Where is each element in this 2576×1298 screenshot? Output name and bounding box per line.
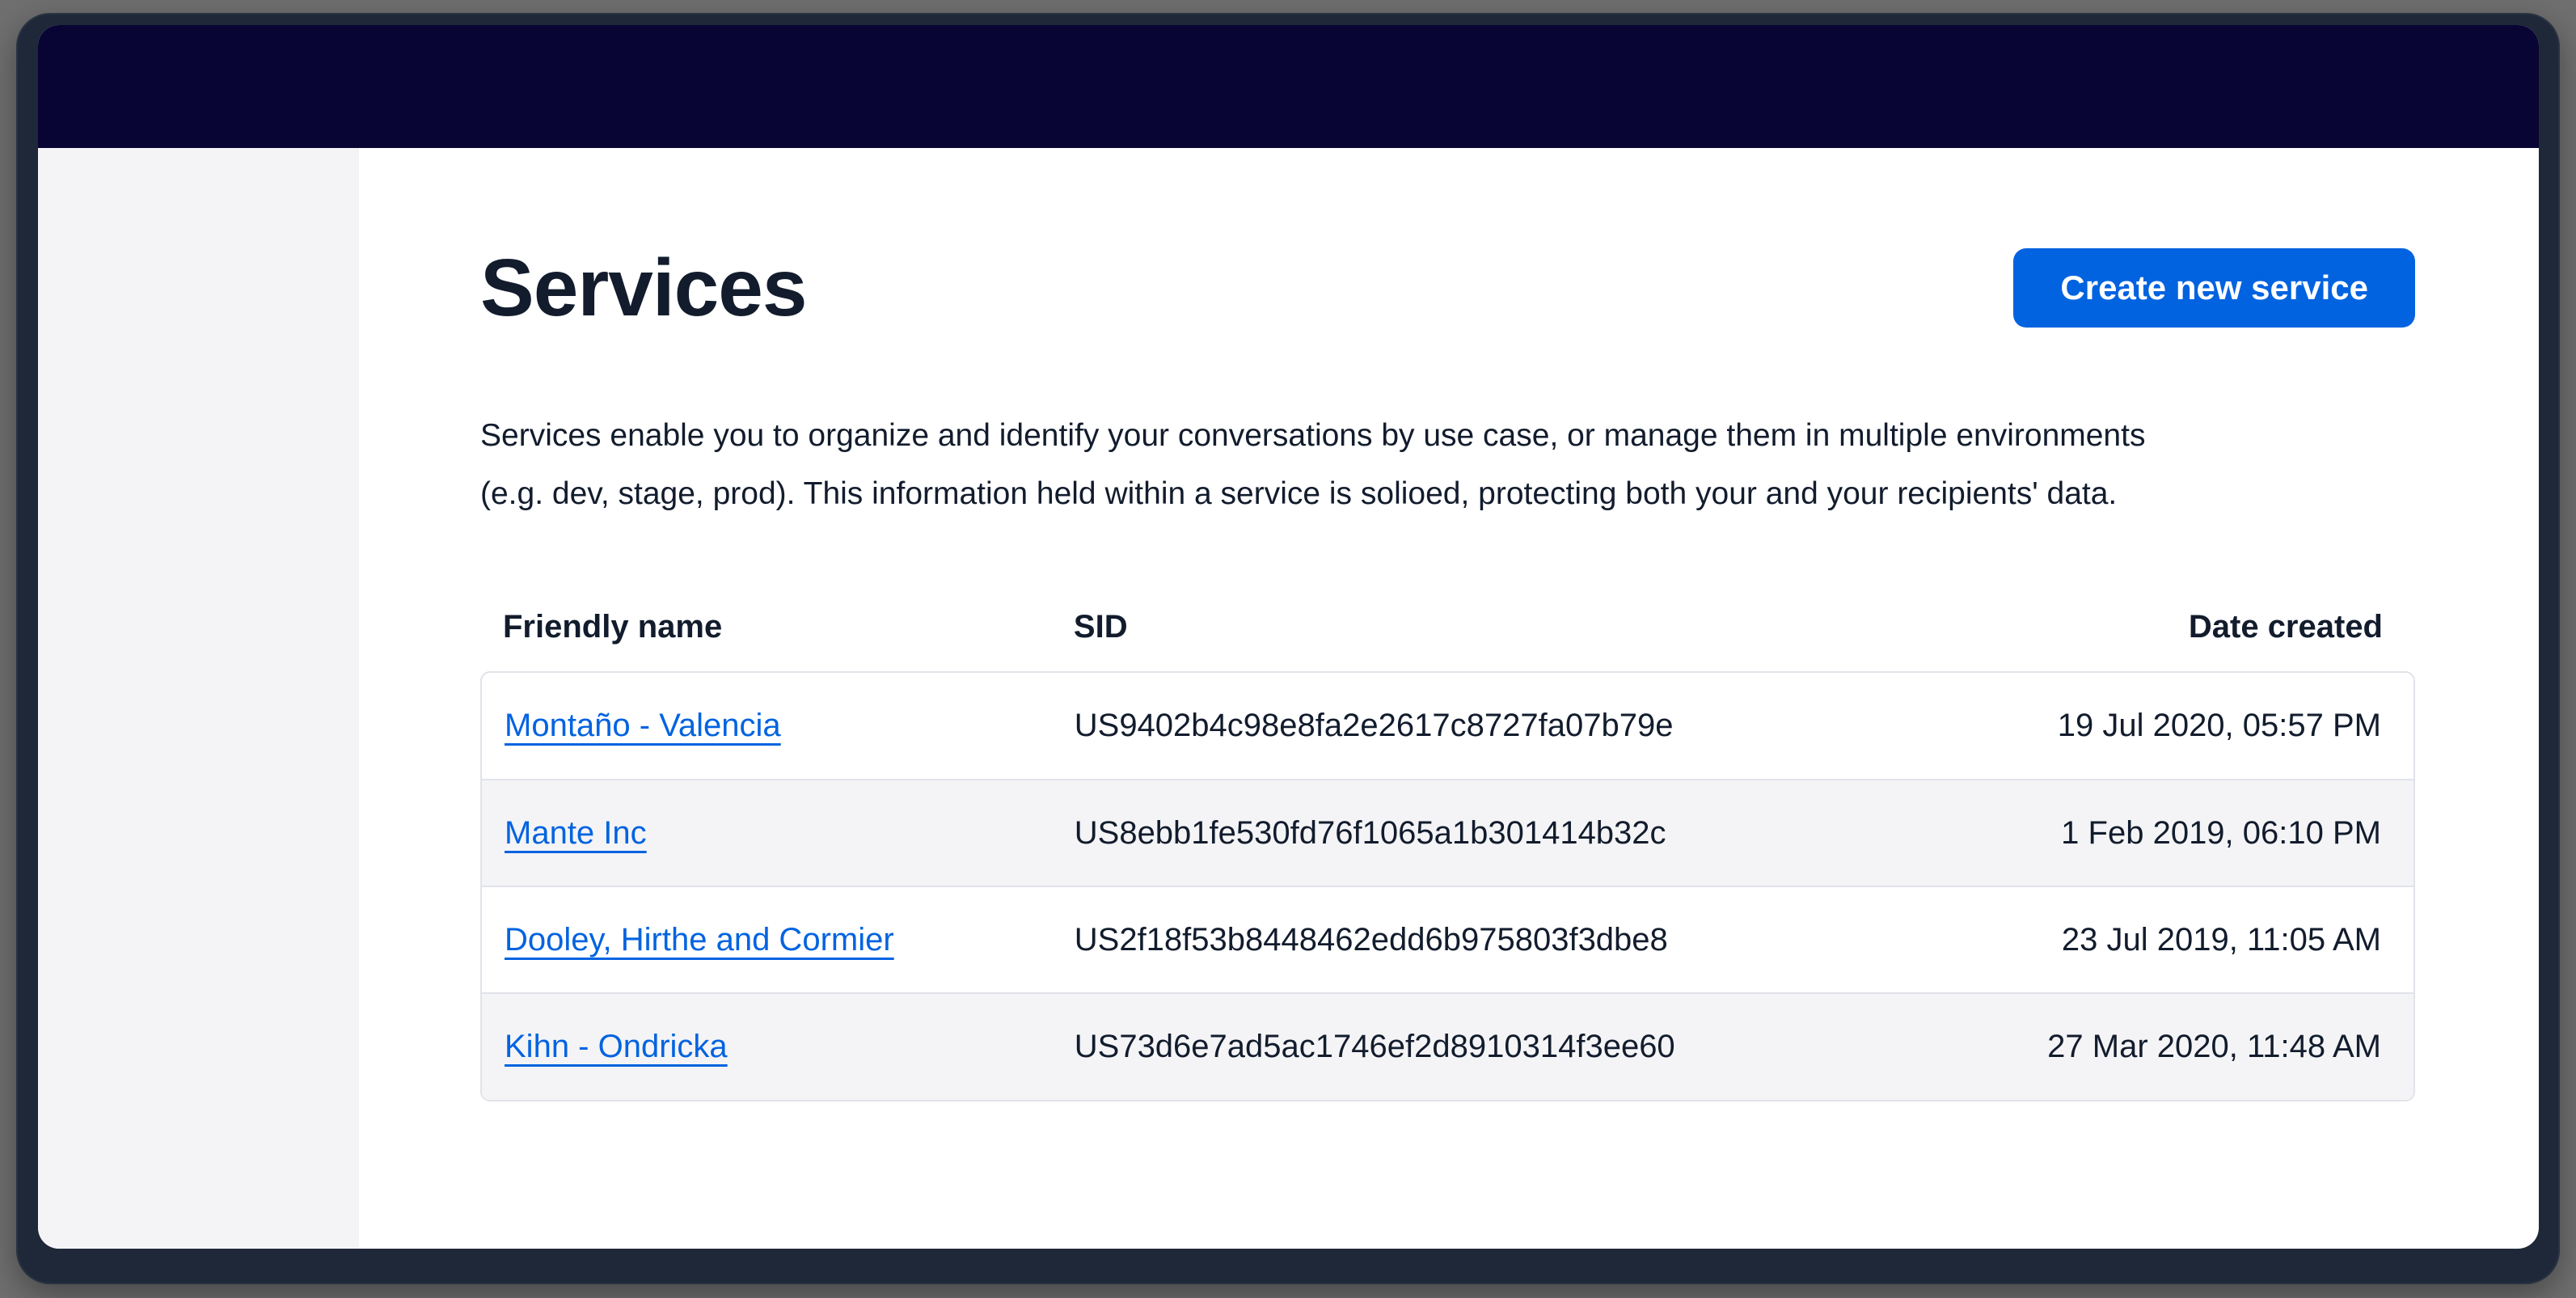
column-header-sid: SID — [1051, 609, 1932, 671]
page-description: Services enable you to organize and iden… — [480, 407, 2415, 523]
left-sidebar — [38, 148, 359, 1249]
table-row: Dooley, Hirthe and Cormier US2f18f53b844… — [482, 886, 2413, 993]
service-name-link[interactable]: Kihn - Ondricka — [505, 1029, 728, 1064]
service-sid: US2f18f53b8448462edd6b975803f3dbe8 — [1052, 886, 1931, 993]
services-table-header-row: Friendly name SID Date created — [480, 609, 2415, 671]
page-header: Services Create new service — [480, 243, 2415, 332]
create-new-service-button[interactable]: Create new service — [2013, 248, 2415, 328]
service-sid: US9402b4c98e8fa2e2617c8727fa07b79e — [1052, 673, 1931, 780]
service-name-link[interactable]: Montaño - Valencia — [505, 708, 781, 743]
service-date-created: 23 Jul 2019, 11:05 AM — [1931, 886, 2413, 993]
column-header-date-created: Date created — [1932, 609, 2415, 671]
page-title: Services — [480, 243, 806, 332]
services-table-body-table: Montaño - Valencia US9402b4c98e8fa2e2617… — [482, 673, 2413, 1100]
service-sid: US73d6e7ad5ac1746ef2d8910314f3ee60 — [1052, 993, 1931, 1100]
service-name-link[interactable]: Mante Inc — [505, 815, 647, 851]
service-date-created: 27 Mar 2020, 11:48 AM — [1931, 993, 2413, 1100]
services-table: Friendly name SID Date created Montaño -… — [480, 609, 2415, 1101]
service-date-created: 1 Feb 2019, 06:10 PM — [1931, 780, 2413, 886]
browser-window-frame: Services Create new service Services ena… — [16, 13, 2560, 1284]
main-content: Services Create new service Services ena… — [359, 148, 2539, 1249]
table-row: Montaño - Valencia US9402b4c98e8fa2e2617… — [482, 673, 2413, 780]
services-table-card: Montaño - Valencia US9402b4c98e8fa2e2617… — [480, 671, 2415, 1101]
service-name-link[interactable]: Dooley, Hirthe and Cormier — [505, 922, 894, 958]
service-sid: US8ebb1fe530fd76f1065a1b301414b32c — [1052, 780, 1931, 886]
desktop-background: { "colors": { "desktop_gray": "#6F6F6F",… — [0, 0, 2576, 1298]
top-nav-bar — [38, 25, 2539, 148]
services-table-body: Montaño - Valencia US9402b4c98e8fa2e2617… — [482, 673, 2413, 1100]
service-date-created: 19 Jul 2020, 05:57 PM — [1931, 673, 2413, 780]
table-row: Mante Inc US8ebb1fe530fd76f1065a1b301414… — [482, 780, 2413, 886]
table-row: Kihn - Ondricka US73d6e7ad5ac1746ef2d891… — [482, 993, 2413, 1100]
app-window: Services Create new service Services ena… — [38, 25, 2539, 1249]
main-layout: Services Create new service Services ena… — [38, 148, 2539, 1249]
column-header-friendly-name: Friendly name — [480, 609, 1051, 671]
